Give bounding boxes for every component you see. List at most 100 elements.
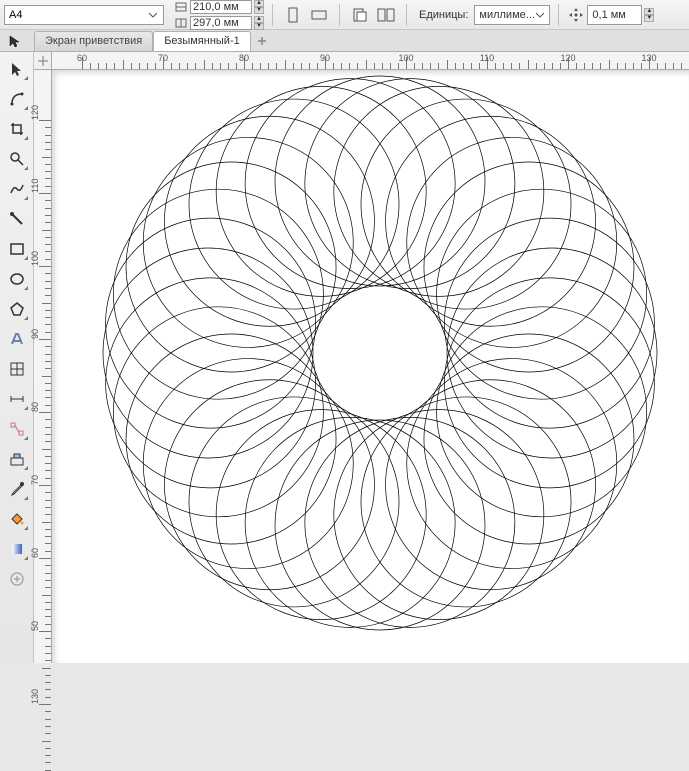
freehand-tool-icon xyxy=(9,181,25,197)
nudge-value: 0,1 мм xyxy=(592,9,625,21)
artistic-media[interactable] xyxy=(4,206,30,232)
ellipse-tool[interactable] xyxy=(4,266,30,292)
multi-page-button[interactable] xyxy=(374,4,398,26)
units-value: миллиме... xyxy=(479,9,535,21)
flyout-indicator-icon xyxy=(24,436,28,440)
artistic-media-icon xyxy=(9,211,25,227)
canvas-area: 60708090100110120130 1201101009080706050… xyxy=(34,52,689,663)
fill-tool[interactable] xyxy=(4,506,30,532)
tab-welcome[interactable]: Экран приветствия xyxy=(34,31,153,51)
shape-tool[interactable] xyxy=(4,86,30,112)
flyout-indicator-icon xyxy=(24,196,28,200)
fill-tool-icon xyxy=(9,511,25,527)
chevron-down-icon[interactable] xyxy=(148,6,159,24)
ruler-tick-label: 110 xyxy=(30,179,40,193)
document-tabs: Экран приветствия Безымянный-1 xyxy=(0,30,689,52)
pick-cursor-icon[interactable] xyxy=(6,32,24,50)
page-multi-icon xyxy=(377,7,395,23)
ruler-tick-label: 80 xyxy=(239,53,249,63)
flyout-indicator-icon xyxy=(24,556,28,560)
single-page-button[interactable] xyxy=(348,4,372,26)
flyout-indicator-icon xyxy=(24,136,28,140)
units-label: Единицы: xyxy=(419,9,468,21)
pick-tool-icon xyxy=(9,61,25,77)
flyout-indicator-icon xyxy=(24,466,28,470)
crop-tool[interactable] xyxy=(4,116,30,142)
page-width-field[interactable]: 210,0 мм xyxy=(190,0,252,14)
rectangle-tool[interactable] xyxy=(4,236,30,262)
rectangle-tool-icon xyxy=(9,241,25,257)
nudge-spinner[interactable]: ▲▼ xyxy=(644,8,654,22)
polygon-tool[interactable] xyxy=(4,296,30,322)
toolbox xyxy=(0,52,34,663)
zoom-tool[interactable] xyxy=(4,146,30,172)
table-tool[interactable] xyxy=(4,356,30,382)
separator xyxy=(339,4,340,26)
table-tool-icon xyxy=(9,361,25,377)
portrait-button[interactable] xyxy=(281,4,305,26)
width-icon xyxy=(174,0,188,14)
workspace: 60708090100110120130 1201101009080706050… xyxy=(0,52,689,663)
eyedropper-tool-icon xyxy=(9,481,25,497)
separator xyxy=(272,4,273,26)
interactive-fill[interactable] xyxy=(4,536,30,562)
plus-icon xyxy=(257,36,267,46)
tab-document-1[interactable]: Безымянный-1 xyxy=(153,31,251,51)
ruler-tick-label: 70 xyxy=(158,53,168,63)
tab-label: Безымянный-1 xyxy=(164,35,240,47)
pick-tool[interactable] xyxy=(4,56,30,82)
flyout-indicator-icon xyxy=(24,106,28,110)
flyout-indicator-icon xyxy=(24,76,28,80)
crosshair-icon xyxy=(38,56,48,66)
vertical-ruler[interactable]: 1201101009080706050130 xyxy=(34,70,52,663)
ruler-tick-label: 130 xyxy=(30,689,40,704)
landscape-button[interactable] xyxy=(307,4,331,26)
canvas[interactable] xyxy=(52,70,689,663)
separator xyxy=(558,4,559,26)
flyout-indicator-icon xyxy=(24,256,28,260)
ruler-tick-label: 90 xyxy=(320,53,330,63)
effects-tool-icon xyxy=(9,451,25,467)
tab-label: Экран приветствия xyxy=(45,35,142,47)
ruler-tick-label: 50 xyxy=(30,621,40,631)
ruler-tick-label: 80 xyxy=(30,402,40,412)
ruler-tick-label: 60 xyxy=(30,548,40,558)
ruler-tick-label: 100 xyxy=(30,251,40,266)
ruler-tick-label: 60 xyxy=(77,53,87,63)
flyout-indicator-icon xyxy=(24,496,28,500)
flyout-indicator-icon xyxy=(24,286,28,290)
zoom-tool-icon xyxy=(9,151,25,167)
nudge-field[interactable]: 0,1 мм xyxy=(587,5,642,25)
spirograph-drawing[interactable] xyxy=(52,70,689,663)
ruler-tick-label: 120 xyxy=(30,105,40,120)
height-spinner[interactable]: ▲▼ xyxy=(254,16,264,30)
effects-tool[interactable] xyxy=(4,446,30,472)
eyedropper-tool[interactable] xyxy=(4,476,30,502)
paper-size-value[interactable] xyxy=(9,9,148,21)
dimension-tool[interactable] xyxy=(4,386,30,412)
flyout-indicator-icon xyxy=(24,166,28,170)
ruler-tick-label: 70 xyxy=(30,475,40,485)
chevron-down-icon[interactable] xyxy=(535,6,545,24)
interactive-fill-icon xyxy=(9,541,25,557)
flyout-indicator-icon xyxy=(24,526,28,530)
ruler-tick-label: 100 xyxy=(398,53,413,63)
connector-tool[interactable] xyxy=(4,416,30,442)
paper-size-combo[interactable] xyxy=(4,5,164,25)
text-tool[interactable] xyxy=(4,326,30,352)
units-combo[interactable]: миллиме... xyxy=(474,5,550,25)
freehand-tool[interactable] xyxy=(4,176,30,202)
property-bar: 210,0 мм ▲▼ 297,0 мм ▲▼ Единицы: миллиме… xyxy=(0,0,689,30)
page-dimensions: 210,0 мм ▲▼ 297,0 мм ▲▼ xyxy=(174,0,264,30)
horizontal-ruler[interactable]: 60708090100110120130 xyxy=(52,52,689,70)
width-spinner[interactable]: ▲▼ xyxy=(254,0,264,14)
expand-tool-icon xyxy=(9,571,25,587)
connector-tool-icon xyxy=(9,421,25,437)
page-height-field[interactable]: 297,0 мм xyxy=(190,16,252,30)
flyout-indicator-icon xyxy=(24,316,28,320)
ruler-tick-label: 90 xyxy=(30,329,40,339)
expand-tool[interactable] xyxy=(4,566,30,592)
polygon-tool-icon xyxy=(9,301,25,317)
ruler-origin[interactable] xyxy=(34,52,52,70)
new-tab-button[interactable] xyxy=(253,32,271,50)
